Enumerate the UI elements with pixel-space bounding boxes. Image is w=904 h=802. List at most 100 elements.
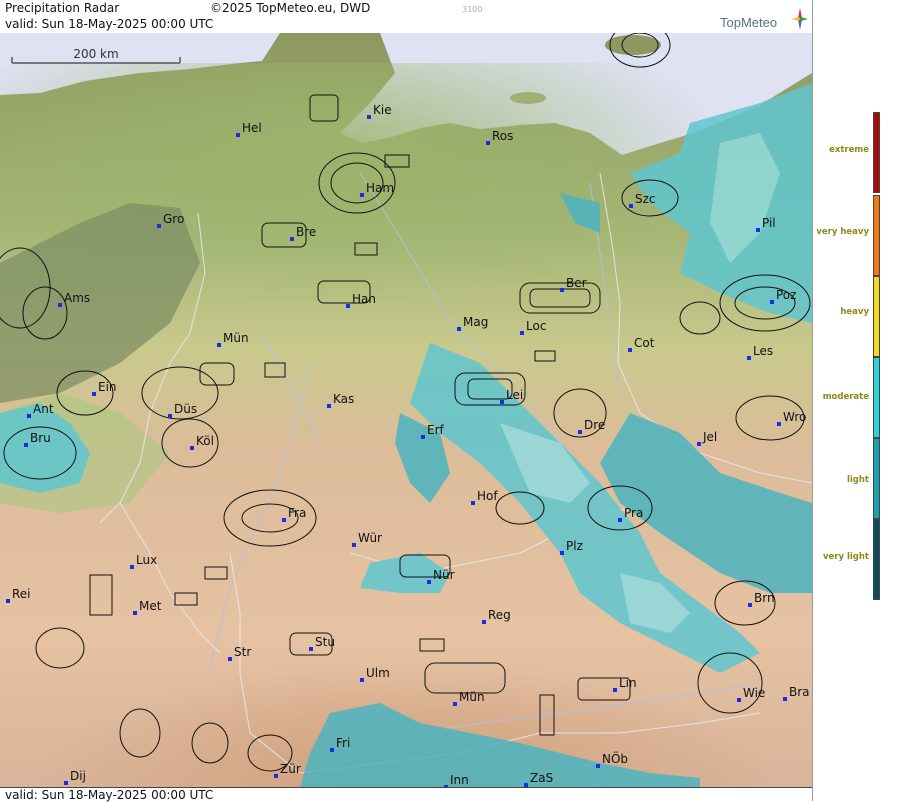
legend-color-swatch	[873, 276, 880, 357]
city-marker-icon	[190, 446, 194, 450]
legend-label: light	[846, 475, 869, 485]
city-name: Reg	[488, 608, 511, 622]
city-label: Wro	[777, 410, 807, 426]
city-label: Lux	[130, 553, 158, 569]
city-marker-icon	[92, 392, 96, 396]
city-label: Str	[228, 645, 251, 661]
island	[510, 92, 546, 104]
city-marker-icon	[737, 698, 741, 702]
city-label: Jel	[697, 430, 718, 446]
city-marker-icon	[217, 343, 221, 347]
radar-map[interactable]: 200 km Kie Hel Ros Ham Szc Gro Bre Pil Ber Ams Han…	[0, 33, 812, 787]
city-label: Nür	[427, 568, 455, 584]
city-label: Brn	[748, 591, 775, 607]
city-label: Hel	[236, 121, 262, 137]
city-marker-icon	[282, 518, 286, 522]
city-name: Bre	[296, 225, 317, 239]
city-label: Ant	[27, 402, 54, 418]
city-label: Ber	[560, 276, 587, 292]
city-marker-icon	[58, 303, 62, 307]
city-marker-icon	[471, 501, 475, 505]
city-marker-icon	[500, 400, 504, 404]
city-marker-icon	[6, 599, 10, 603]
city-name: Poz	[776, 288, 797, 302]
city-marker-icon	[457, 327, 461, 331]
city-marker-icon	[578, 430, 582, 434]
legend-label: very light	[822, 552, 869, 562]
intensity-legend: extreme very heavy heavy moderate light very …	[812, 0, 904, 801]
legend-color-swatch	[873, 519, 880, 600]
copyright-text: ©2025 TopMeteo.eu, DWD	[210, 1, 371, 15]
map-canvas: 200 km	[0, 33, 812, 787]
city-name: Ams	[64, 291, 91, 305]
island	[605, 35, 661, 55]
city-label: Rei	[6, 587, 31, 603]
city-name: Hel	[242, 121, 262, 135]
city-name: Köl	[196, 434, 214, 448]
city-marker-icon	[770, 300, 774, 304]
city-label: Les	[747, 344, 774, 360]
city-label: Han	[346, 292, 376, 308]
city-name: Pra	[624, 506, 644, 520]
city-label: Köl	[190, 434, 214, 450]
city-name: Brn	[754, 591, 775, 605]
legend-label: moderate	[822, 392, 869, 402]
city-marker-icon	[157, 224, 161, 228]
product-code: 3100	[462, 5, 483, 14]
city-marker-icon	[618, 518, 622, 522]
city-label: Fra	[282, 506, 306, 522]
city-label: Dij	[64, 769, 86, 785]
city-label: Lei	[500, 388, 523, 404]
scale-label: 200 km	[73, 47, 118, 61]
city-marker-icon	[748, 603, 752, 607]
map-title: Precipitation Radar	[5, 1, 120, 15]
city-label: Wie	[737, 686, 765, 702]
city-name: Wro	[783, 410, 807, 424]
city-label: Kas	[327, 392, 354, 408]
city-marker-icon	[236, 133, 240, 137]
city-name: ZaS	[530, 771, 554, 785]
topmeteo-logo[interactable]: TopMeteo	[720, 8, 808, 32]
city-marker-icon	[27, 414, 31, 418]
city-label: Düs	[168, 402, 197, 418]
city-marker-icon	[360, 678, 364, 682]
city-marker-icon	[421, 435, 425, 439]
city-label: Ham	[360, 181, 395, 197]
city-name: Ros	[492, 129, 514, 143]
city-name: NÖb	[602, 752, 629, 766]
city-name: Nür	[433, 568, 455, 582]
city-marker-icon	[346, 304, 350, 308]
city-label: Pil	[756, 216, 776, 232]
city-label: Fri	[330, 736, 350, 752]
city-name: Ulm	[366, 666, 390, 680]
city-label: Gro	[157, 212, 185, 228]
city-marker-icon	[133, 611, 137, 615]
city-name: Bru	[30, 431, 51, 445]
city-name: Mag	[463, 315, 489, 329]
city-name: Ein	[98, 380, 117, 394]
city-name: Zür	[280, 762, 301, 776]
city-name: Ant	[33, 402, 54, 416]
city-marker-icon	[756, 228, 760, 232]
city-marker-icon	[596, 764, 600, 768]
city-name: Jel	[703, 430, 718, 444]
city-marker-icon	[274, 774, 278, 778]
city-marker-icon	[64, 781, 68, 785]
city-name: Kie	[373, 103, 392, 117]
city-marker-icon	[783, 697, 787, 701]
city-name: Gro	[163, 212, 185, 226]
city-marker-icon	[613, 688, 617, 692]
city-label: Stu	[309, 635, 335, 651]
city-marker-icon	[352, 543, 356, 547]
city-marker-icon	[747, 356, 751, 360]
city-name: Ham	[366, 181, 395, 195]
city-name: Lin	[619, 676, 637, 690]
city-name: Les	[753, 344, 774, 358]
city-marker-icon	[486, 141, 490, 145]
city-name: Lux	[136, 553, 158, 567]
city-marker-icon	[367, 115, 371, 119]
city-label: Erf	[421, 423, 444, 439]
city-marker-icon	[628, 348, 632, 352]
city-name: Plz	[566, 539, 583, 553]
map-footer: valid: Sun 18-May-2025 00:00 UTC	[0, 787, 812, 802]
